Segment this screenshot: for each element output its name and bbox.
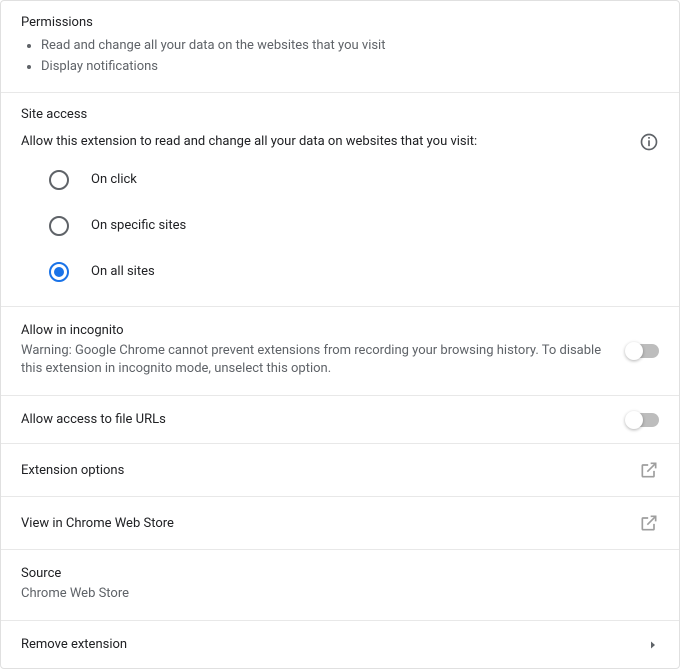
source-text: Source Chrome Web Store bbox=[21, 566, 659, 604]
permissions-list: Read and change all your data on the web… bbox=[21, 36, 659, 78]
site-access-header: Allow this extension to read and change … bbox=[21, 132, 659, 152]
site-access-description: Allow this extension to read and change … bbox=[21, 134, 477, 149]
incognito-toggle[interactable] bbox=[627, 344, 659, 358]
open-external-icon bbox=[639, 513, 659, 533]
permission-item: Read and change all your data on the web… bbox=[41, 36, 659, 57]
toggle-knob-icon bbox=[625, 411, 643, 429]
remove-extension-title: Remove extension bbox=[21, 637, 127, 652]
radio-on-all-sites[interactable]: On all sites bbox=[49, 262, 659, 282]
permissions-title: Permissions bbox=[21, 15, 659, 30]
permission-item: Display notifications bbox=[41, 57, 659, 78]
file-urls-row: Allow access to file URLs bbox=[1, 396, 679, 444]
source-row: Source Chrome Web Store bbox=[1, 550, 679, 621]
radio-icon bbox=[49, 216, 69, 236]
radio-icon bbox=[49, 262, 69, 282]
incognito-title: Allow in incognito bbox=[21, 323, 611, 338]
source-value: Chrome Web Store bbox=[21, 585, 643, 604]
extension-details-card: Permissions Read and change all your dat… bbox=[0, 0, 680, 669]
site-access-section: Site access Allow this extension to read… bbox=[1, 93, 679, 307]
incognito-text: Allow in incognito Warning: Google Chrom… bbox=[21, 323, 627, 380]
incognito-warning: Warning: Google Chrome cannot prevent ex… bbox=[21, 342, 611, 380]
info-icon[interactable] bbox=[639, 132, 659, 152]
extension-options-row[interactable]: Extension options bbox=[1, 444, 679, 497]
radio-label: On all sites bbox=[91, 264, 155, 279]
allow-incognito-row: Allow in incognito Warning: Google Chrom… bbox=[1, 307, 679, 397]
view-web-store-row[interactable]: View in Chrome Web Store bbox=[1, 497, 679, 550]
site-access-title: Site access bbox=[21, 107, 659, 122]
extension-options-title: Extension options bbox=[21, 463, 124, 478]
chevron-right-icon bbox=[647, 639, 659, 651]
open-external-icon bbox=[639, 460, 659, 480]
file-urls-text: Allow access to file URLs bbox=[21, 412, 627, 427]
radio-on-specific-sites[interactable]: On specific sites bbox=[49, 216, 659, 236]
radio-label: On specific sites bbox=[91, 218, 186, 233]
remove-extension-row[interactable]: Remove extension bbox=[1, 621, 679, 668]
site-access-radio-group: On click On specific sites On all sites bbox=[49, 170, 659, 282]
source-title: Source bbox=[21, 566, 643, 581]
view-web-store-title: View in Chrome Web Store bbox=[21, 516, 174, 531]
radio-label: On click bbox=[91, 172, 137, 187]
radio-icon bbox=[49, 170, 69, 190]
file-urls-toggle[interactable] bbox=[627, 413, 659, 427]
toggle-knob-icon bbox=[625, 342, 643, 360]
permissions-section: Permissions Read and change all your dat… bbox=[1, 1, 679, 93]
radio-on-click[interactable]: On click bbox=[49, 170, 659, 190]
file-urls-title: Allow access to file URLs bbox=[21, 412, 611, 427]
